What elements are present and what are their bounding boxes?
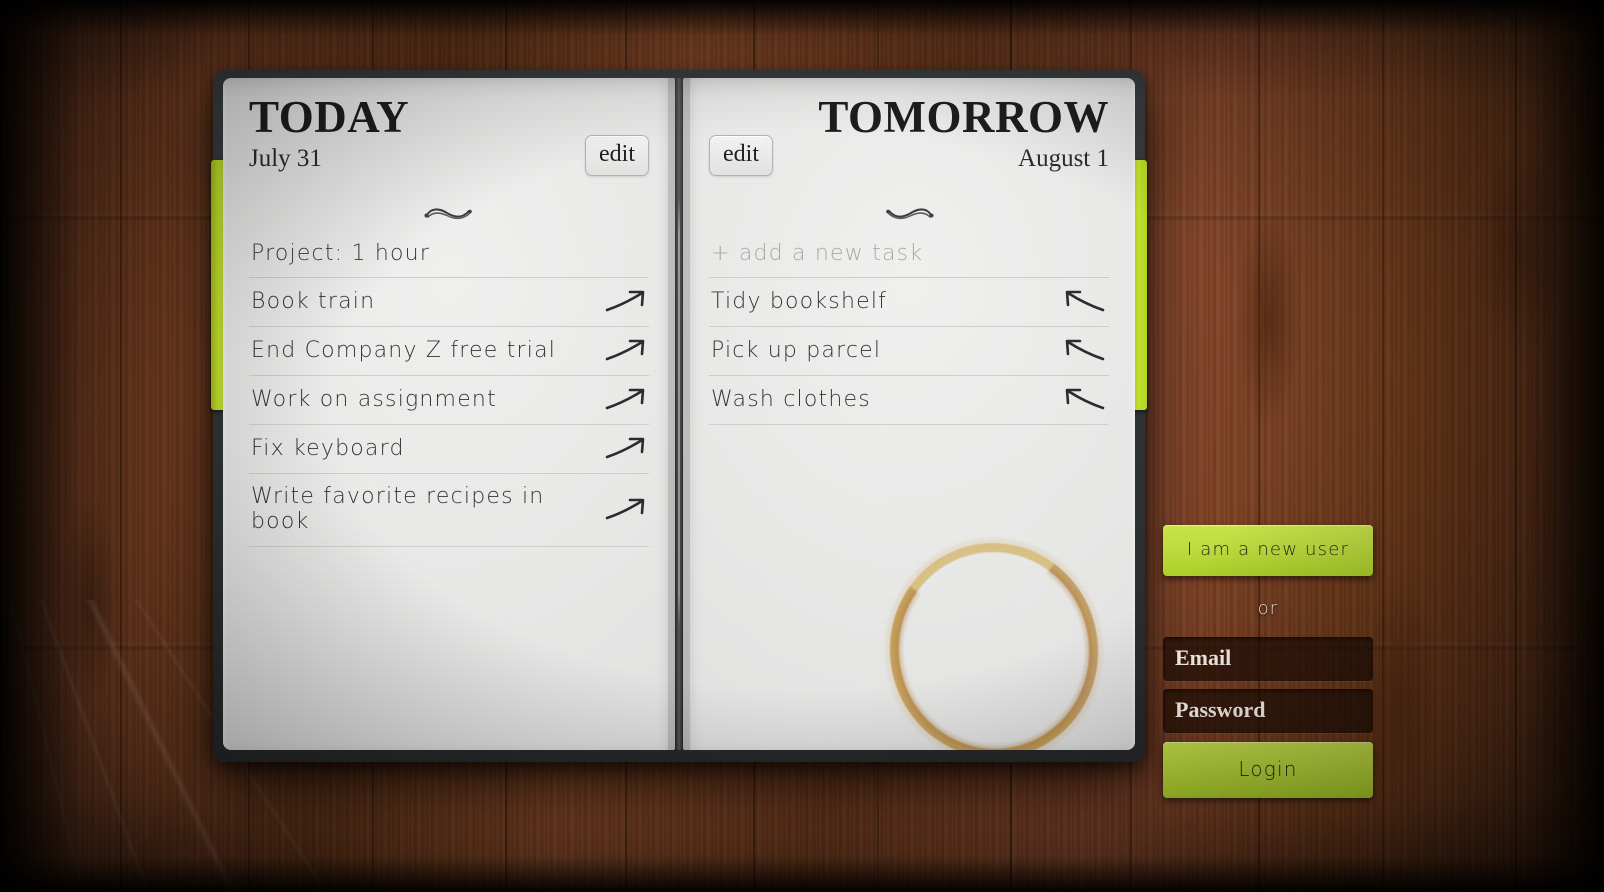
coffee-ring-stain bbox=[874, 528, 1114, 750]
arrow-up-left-icon[interactable] bbox=[1063, 337, 1107, 363]
task-row[interactable]: Wash clothes bbox=[709, 376, 1109, 426]
page-title-today: TODAY bbox=[249, 92, 410, 142]
login-panel: I am a new user or Login bbox=[1163, 525, 1373, 798]
book-spine bbox=[668, 78, 690, 750]
arrow-up-right-icon[interactable] bbox=[603, 288, 647, 314]
arrow-up-right-icon[interactable] bbox=[603, 337, 647, 363]
arrow-up-left-icon[interactable] bbox=[1063, 288, 1107, 314]
arrow-up-right-icon[interactable] bbox=[603, 435, 647, 461]
edit-button-today[interactable]: edit bbox=[585, 135, 649, 176]
coffee-stain-area bbox=[683, 518, 1135, 750]
task-row[interactable]: Book train bbox=[249, 278, 649, 328]
task-label: Write favorite recipes in book bbox=[251, 484, 545, 535]
page-today: TODAY July 31 edit Project: 1 hour Book … bbox=[223, 78, 675, 750]
or-separator-label: or bbox=[1257, 598, 1279, 619]
task-label: Tidy bookshelf bbox=[711, 288, 888, 314]
task-row[interactable]: Write favorite recipes in book bbox=[249, 474, 649, 548]
project-line: Project: 1 hour bbox=[249, 233, 649, 279]
notebook: TODAY July 31 edit Project: 1 hour Book … bbox=[211, 70, 1147, 762]
task-label: Work on assignment bbox=[251, 386, 497, 412]
task-list-today: Book train End Company Z free trial Work… bbox=[249, 278, 649, 548]
swirl-ornament-icon bbox=[249, 193, 649, 233]
task-list-tomorrow: Tidy bookshelf Pick up parcel Wash cloth… bbox=[709, 278, 1109, 426]
arrow-up-left-icon[interactable] bbox=[1063, 386, 1107, 412]
new-user-button[interactable]: I am a new user bbox=[1163, 525, 1373, 576]
task-label: Wash clothes bbox=[711, 386, 871, 412]
task-label: Book train bbox=[251, 288, 376, 314]
arrow-up-right-icon[interactable] bbox=[603, 386, 647, 412]
task-row[interactable]: Tidy bookshelf bbox=[709, 278, 1109, 328]
task-row[interactable]: Pick up parcel bbox=[709, 327, 1109, 377]
email-field[interactable] bbox=[1163, 637, 1373, 681]
login-button[interactable]: Login bbox=[1163, 742, 1373, 798]
task-row[interactable]: Work on assignment bbox=[249, 376, 649, 426]
task-label: Pick up parcel bbox=[711, 337, 882, 363]
swirl-ornament-icon bbox=[709, 193, 1109, 233]
page-tomorrow: TOMORROW August 1 edit + add a new task … bbox=[683, 78, 1135, 750]
task-label: Fix keyboard bbox=[251, 435, 405, 461]
edit-button-tomorrow[interactable]: edit bbox=[709, 135, 773, 176]
task-row[interactable]: Fix keyboard bbox=[249, 425, 649, 475]
password-field[interactable] bbox=[1163, 689, 1373, 733]
spine-crease bbox=[678, 198, 680, 628]
page-title-tomorrow: TOMORROW bbox=[818, 92, 1109, 142]
arrow-up-right-icon[interactable] bbox=[603, 496, 647, 522]
add-new-task-input[interactable]: + add a new task bbox=[709, 233, 1109, 279]
task-row[interactable]: End Company Z free trial bbox=[249, 327, 649, 377]
task-label: End Company Z free trial bbox=[251, 337, 557, 363]
